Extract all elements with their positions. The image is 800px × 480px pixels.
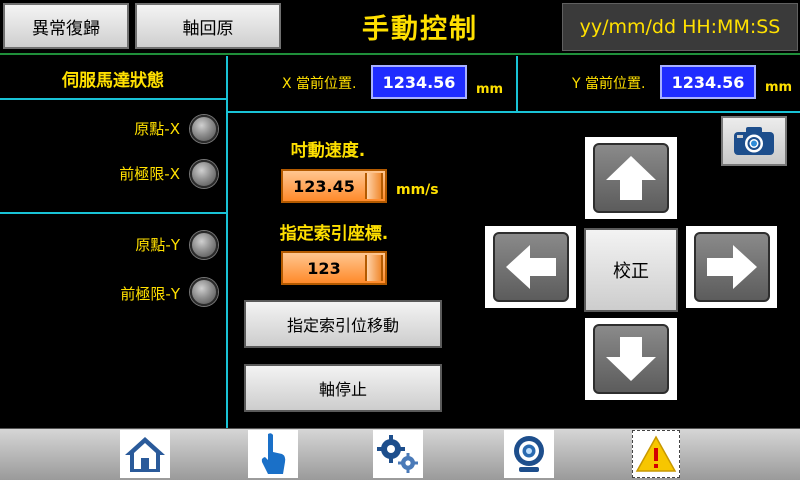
x-origin-indicator-lamp bbox=[190, 115, 218, 143]
nav-camera-button[interactable] bbox=[504, 430, 554, 478]
home-axis-button[interactable]: 軸回原 bbox=[135, 3, 281, 49]
jog-down-button[interactable] bbox=[585, 318, 677, 400]
nav-home-button[interactable] bbox=[120, 430, 170, 478]
warning-icon bbox=[635, 435, 677, 472]
x-front-limit-indicator-lamp bbox=[190, 160, 218, 188]
arrow-up-icon bbox=[606, 156, 656, 200]
nav-alarm-button[interactable] bbox=[632, 430, 680, 478]
page-title: 手動控制 bbox=[362, 13, 478, 45]
alarm-reset-button[interactable]: 異常復歸 bbox=[3, 3, 129, 49]
gears-icon bbox=[377, 435, 418, 473]
y-front-limit-indicator-lamp bbox=[190, 278, 218, 306]
arrow-right-icon bbox=[706, 245, 757, 289]
jog-speed-input[interactable]: 123.45 bbox=[281, 169, 387, 203]
calibrate-button[interactable]: 校正 bbox=[584, 228, 678, 312]
x-position-label: X 當前位置. bbox=[282, 76, 357, 92]
jog-left-button[interactable] bbox=[485, 226, 576, 308]
jog-speed-spin-handle bbox=[365, 173, 383, 199]
webcam-icon bbox=[514, 436, 544, 472]
x-position-unit: mm bbox=[476, 82, 504, 97]
x-front-limit-label: 前極限-X bbox=[119, 165, 180, 183]
y-position-value: 1234.56 bbox=[660, 65, 756, 99]
hand-pointer-icon bbox=[261, 433, 286, 474]
camera-button[interactable] bbox=[721, 116, 787, 166]
y-position-unit: mm bbox=[765, 80, 793, 95]
move-to-index-button[interactable]: 指定索引位移動 bbox=[244, 300, 442, 348]
jog-speed-unit: mm/s bbox=[396, 182, 439, 198]
nav-manual-button[interactable] bbox=[248, 430, 298, 478]
y-position-label: Y 當前位置. bbox=[572, 76, 646, 92]
nav-settings-button[interactable] bbox=[373, 430, 423, 478]
home-icon bbox=[125, 437, 165, 472]
servo-status-title: 伺服馬達狀態 bbox=[62, 71, 164, 91]
index-coordinate-input[interactable]: 123 bbox=[281, 251, 387, 285]
servo-title-divider bbox=[0, 98, 226, 100]
arrow-down-icon bbox=[606, 337, 656, 381]
x-position-value: 1234.56 bbox=[371, 65, 467, 99]
stop-axis-button[interactable]: 軸停止 bbox=[244, 364, 442, 412]
y-origin-indicator-lamp bbox=[190, 231, 218, 259]
y-front-limit-label: 前極限-Y bbox=[120, 285, 180, 303]
y-origin-label: 原點-Y bbox=[135, 236, 180, 254]
arrow-left-icon bbox=[505, 245, 556, 289]
position-divider bbox=[516, 56, 518, 112]
jog-speed-value: 123.45 bbox=[293, 176, 355, 196]
index-coordinate-value: 123 bbox=[307, 258, 341, 278]
jog-up-button[interactable] bbox=[585, 137, 677, 219]
index-coordinate-label: 指定索引座標. bbox=[279, 224, 389, 244]
jog-speed-label: 吋動速度. bbox=[290, 141, 366, 161]
position-row-divider bbox=[226, 111, 800, 113]
x-origin-label: 原點-X bbox=[134, 120, 180, 138]
header-divider bbox=[0, 53, 800, 55]
jog-right-button[interactable] bbox=[686, 226, 777, 308]
clock-display: yy/mm/dd HH:MM:SS bbox=[562, 3, 798, 51]
camera-icon bbox=[734, 127, 774, 155]
index-coordinate-spin-handle bbox=[365, 255, 383, 281]
servo-xy-divider bbox=[0, 212, 226, 214]
